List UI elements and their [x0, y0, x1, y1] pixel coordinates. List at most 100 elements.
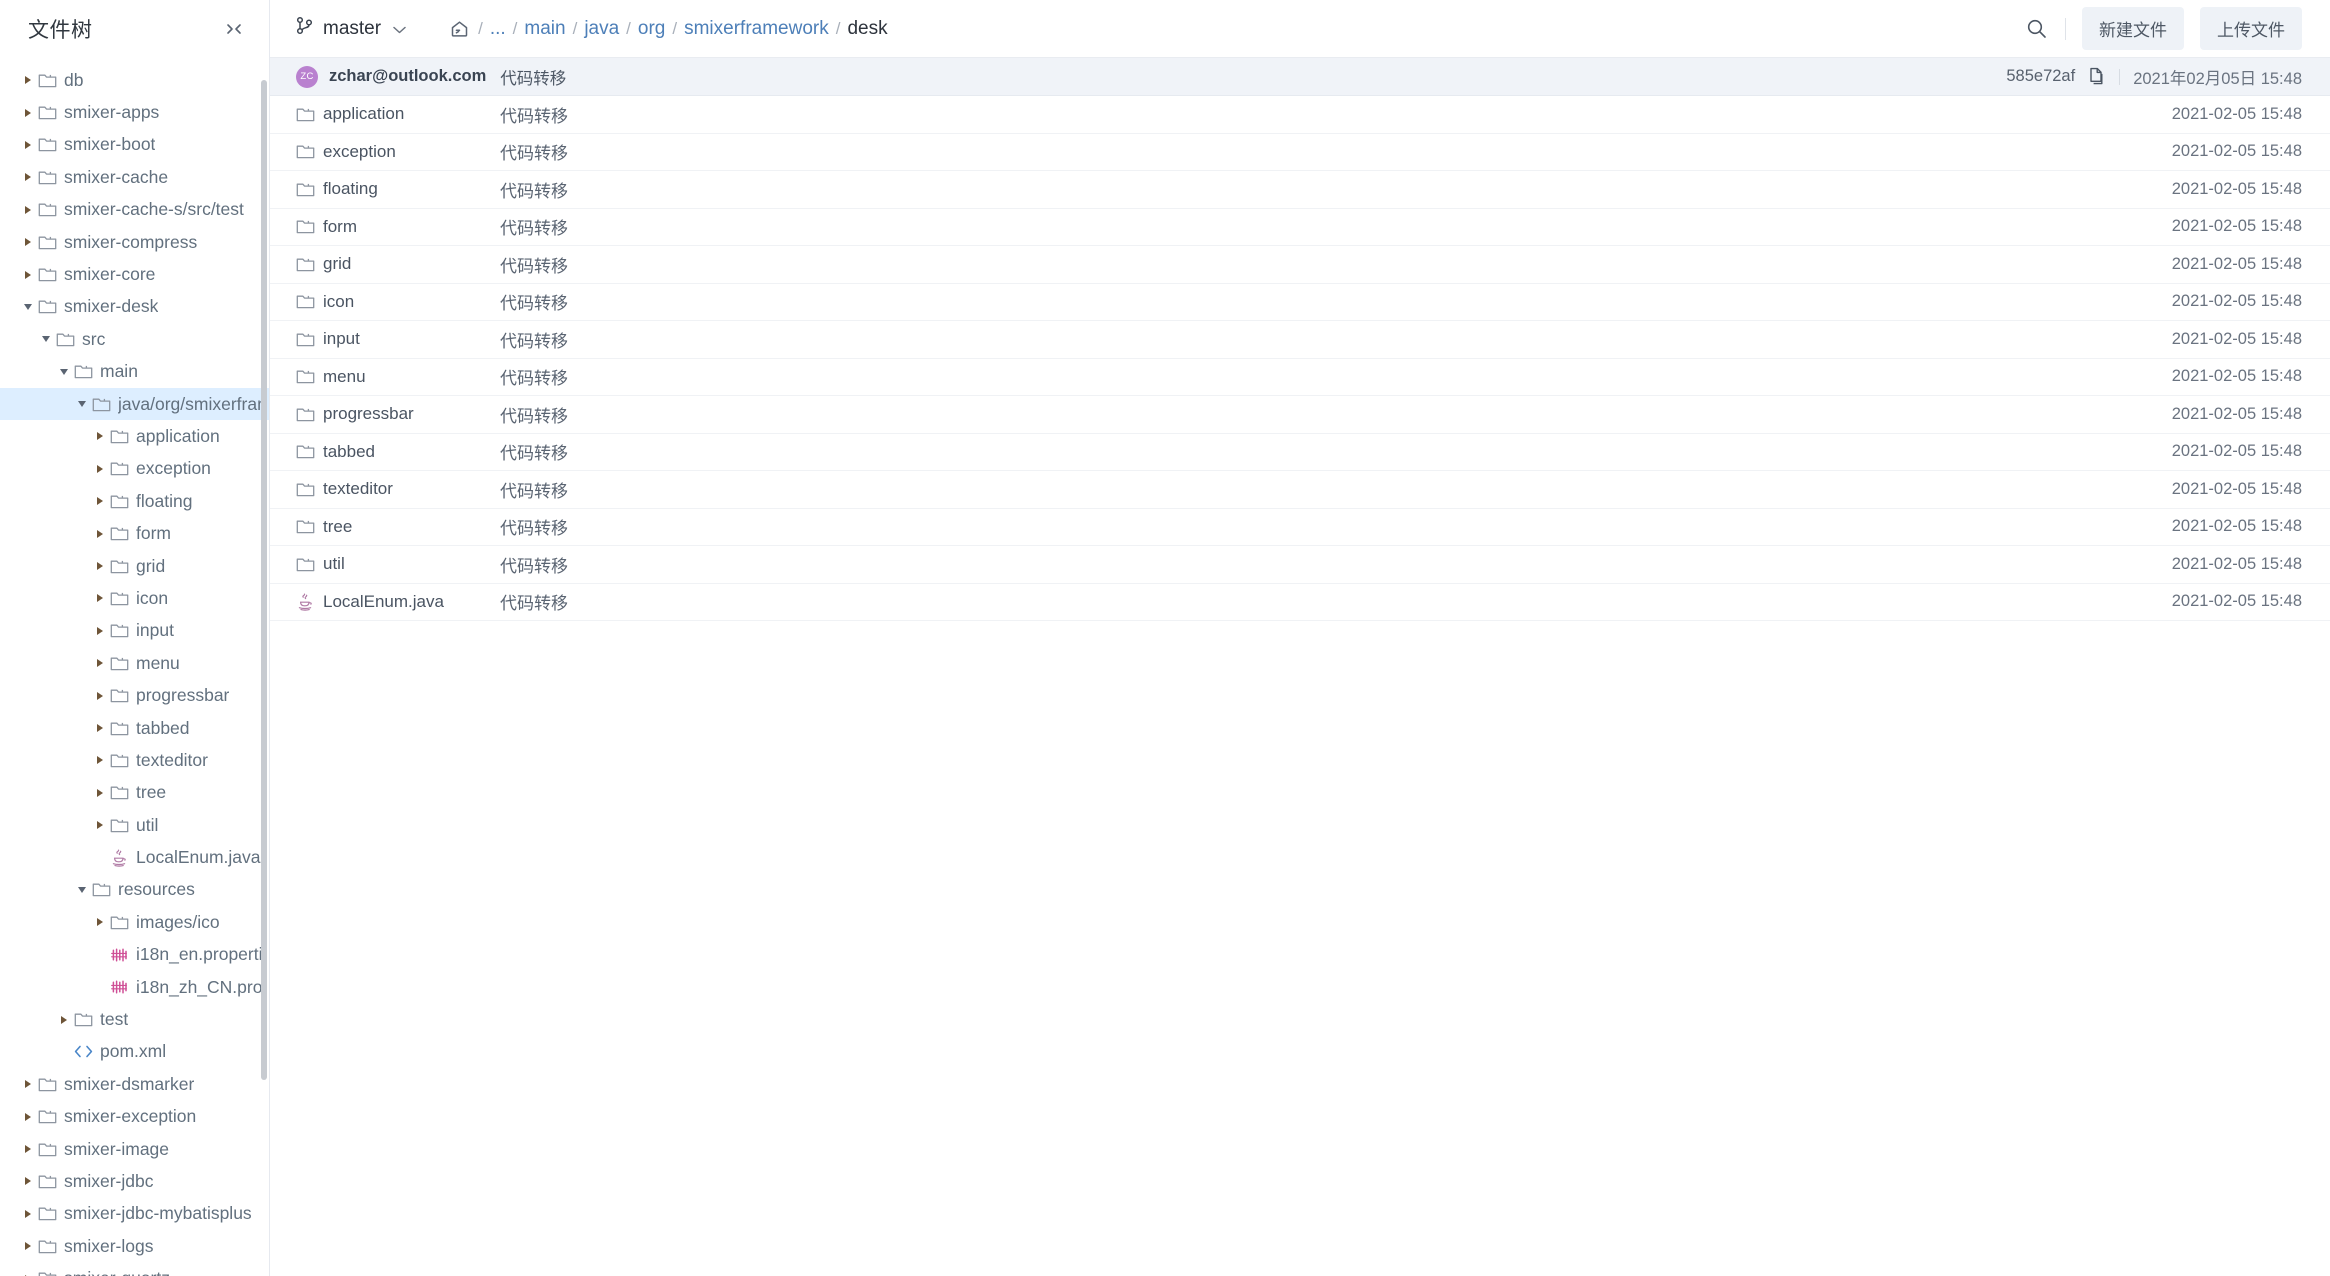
file-row[interactable]: icon 代码转移 2021-02-05 15:48: [270, 284, 2330, 321]
file-row[interactable]: exception 代码转移 2021-02-05 15:48: [270, 134, 2330, 171]
file-commit-message[interactable]: 代码转移: [500, 102, 1100, 127]
chevron-right-icon[interactable]: [18, 76, 38, 85]
tree-item-i18n-en-properties[interactable]: i18n_en.properties: [0, 939, 269, 971]
tree-item-smixer-image[interactable]: smixer-image: [0, 1133, 269, 1165]
tree-item-grid[interactable]: grid: [0, 550, 269, 582]
file-row[interactable]: input 代码转移 2021-02-05 15:48: [270, 321, 2330, 359]
file-commit-message[interactable]: 代码转移: [500, 177, 1100, 202]
tree-item-smixer-cache[interactable]: smixer-cache: [0, 161, 269, 193]
tree-item-pom-xml[interactable]: pom.xml: [0, 1036, 269, 1068]
file-name-cell[interactable]: grid: [270, 254, 500, 274]
file-name-cell[interactable]: tabbed: [270, 442, 500, 462]
file-row[interactable]: LocalEnum.java 代码转移 2021-02-05 15:48: [270, 584, 2330, 621]
breadcrumb-item-java[interactable]: java: [584, 18, 619, 40]
chevron-right-icon[interactable]: [90, 432, 110, 441]
breadcrumb-item--[interactable]: ...: [490, 18, 506, 40]
tree-item-java-org-smixerframework[interactable]: java/org/smixerframework: [0, 387, 269, 421]
chevron-right-icon[interactable]: [18, 270, 38, 279]
tree-item-smixer-jdbc-mybatisplus[interactable]: smixer-jdbc-mybatisplus: [0, 1198, 269, 1230]
chevron-right-icon[interactable]: [90, 756, 110, 765]
commit-hash[interactable]: 585e72af: [2006, 67, 2075, 86]
branch-selector[interactable]: master: [296, 16, 406, 41]
file-row[interactable]: util 代码转移 2021-02-05 15:48: [270, 546, 2330, 584]
file-row[interactable]: menu 代码转移 2021-02-05 15:48: [270, 359, 2330, 396]
tree-item-smixer-boot[interactable]: smixer-boot: [0, 129, 269, 161]
breadcrumb[interactable]: /... / main / java / org / smixerframework / desk: [450, 18, 888, 40]
file-commit-message[interactable]: 代码转移: [500, 214, 1100, 239]
upload-file-button[interactable]: 上传文件: [2200, 7, 2302, 50]
file-commit-message[interactable]: 代码转移: [500, 589, 1100, 614]
file-row[interactable]: application 代码转移 2021-02-05 15:48: [270, 96, 2330, 134]
tree-item-progressbar[interactable]: progressbar: [0, 679, 269, 711]
chevron-right-icon[interactable]: [18, 1177, 38, 1186]
file-name-cell[interactable]: texteditor: [270, 479, 500, 499]
file-name-cell[interactable]: progressbar: [270, 404, 500, 424]
breadcrumb-item-org[interactable]: org: [638, 18, 665, 40]
chevron-right-icon[interactable]: [90, 626, 110, 635]
file-name-cell[interactable]: exception: [270, 142, 500, 162]
copy-icon[interactable]: [2088, 67, 2106, 86]
chevron-down-icon[interactable]: [54, 368, 74, 375]
file-commit-message[interactable]: 代码转移: [500, 364, 1100, 389]
chevron-right-icon[interactable]: [54, 1015, 74, 1024]
file-name-cell[interactable]: floating: [270, 179, 500, 199]
tree-item-application[interactable]: application: [0, 420, 269, 452]
chevron-right-icon[interactable]: [18, 108, 38, 117]
tree-item-i18n-zh-cn-properties[interactable]: i18n_zh_CN.properties: [0, 971, 269, 1003]
tree-item-main[interactable]: main: [0, 356, 269, 388]
chevron-right-icon[interactable]: [18, 1209, 38, 1218]
chevron-right-icon[interactable]: [90, 821, 110, 830]
tree-item-util[interactable]: util: [0, 809, 269, 841]
file-name-cell[interactable]: form: [270, 217, 500, 237]
chevron-down-icon[interactable]: [18, 303, 38, 310]
file-name-cell[interactable]: application: [270, 104, 500, 124]
file-name-cell[interactable]: icon: [270, 292, 500, 312]
file-name-cell[interactable]: tree: [270, 517, 500, 537]
sidebar-scrollbar-thumb[interactable]: [261, 80, 267, 1080]
file-tree[interactable]: db smixer-apps smixer-boot smixer-cache smix…: [0, 58, 269, 1276]
file-commit-message[interactable]: 代码转移: [500, 439, 1100, 464]
chevron-right-icon[interactable]: [90, 918, 110, 927]
file-row[interactable]: tabbed 代码转移 2021-02-05 15:48: [270, 434, 2330, 471]
tree-item-smixer-cache-s-src-test[interactable]: smixer-cache-s/src/test: [0, 194, 269, 226]
chevron-right-icon[interactable]: [18, 1112, 38, 1121]
new-file-button[interactable]: 新建文件: [2082, 7, 2184, 50]
file-commit-message[interactable]: 代码转移: [500, 252, 1100, 277]
chevron-down-icon[interactable]: [72, 886, 92, 893]
tree-item-exception[interactable]: exception: [0, 453, 269, 485]
tree-item-smixer-dsmarker[interactable]: smixer-dsmarker: [0, 1068, 269, 1100]
file-row[interactable]: floating 代码转移 2021-02-05 15:48: [270, 171, 2330, 209]
tree-item-texteditor[interactable]: texteditor: [0, 744, 269, 776]
breadcrumb-item-smixerframework[interactable]: smixerframework: [684, 18, 829, 40]
repo-home-icon[interactable]: [450, 20, 469, 38]
file-commit-message[interactable]: 代码转移: [500, 327, 1100, 352]
file-name-cell[interactable]: menu: [270, 367, 500, 387]
chevron-right-icon[interactable]: [18, 238, 38, 247]
chevron-right-icon[interactable]: [18, 205, 38, 214]
tree-item-floating[interactable]: floating: [0, 485, 269, 517]
chevron-right-icon[interactable]: [90, 659, 110, 668]
file-name-cell[interactable]: input: [270, 329, 500, 349]
file-row[interactable]: form 代码转移 2021-02-05 15:48: [270, 209, 2330, 246]
tree-item-menu[interactable]: menu: [0, 647, 269, 679]
file-commit-message[interactable]: 代码转移: [500, 289, 1100, 314]
tree-item-test[interactable]: test: [0, 1003, 269, 1035]
tree-item-smixer-exception[interactable]: smixer-exception: [0, 1101, 269, 1133]
chevron-right-icon[interactable]: [18, 173, 38, 182]
chevron-right-icon[interactable]: [18, 1080, 38, 1089]
file-row[interactable]: progressbar 代码转移 2021-02-05 15:48: [270, 396, 2330, 434]
collapse-panel-icon[interactable]: [223, 18, 245, 40]
file-commit-message[interactable]: 代码转移: [500, 402, 1100, 427]
tree-item-resources[interactable]: resources: [0, 874, 269, 906]
file-row[interactable]: texteditor 代码转移 2021-02-05 15:48: [270, 471, 2330, 509]
chevron-right-icon[interactable]: [90, 464, 110, 473]
tree-item-smixer-logs[interactable]: smixer-logs: [0, 1230, 269, 1262]
file-name-cell[interactable]: LocalEnum.java: [270, 592, 500, 612]
file-row[interactable]: grid 代码转移 2021-02-05 15:48: [270, 246, 2330, 284]
file-row[interactable]: tree 代码转移 2021-02-05 15:48: [270, 509, 2330, 546]
tree-item-images-ico[interactable]: images/ico: [0, 906, 269, 938]
chevron-right-icon[interactable]: [90, 691, 110, 700]
tree-item-src[interactable]: src: [0, 323, 269, 355]
commit-author[interactable]: zchar@outlook.com: [329, 67, 486, 86]
chevron-down-icon[interactable]: [36, 336, 56, 343]
